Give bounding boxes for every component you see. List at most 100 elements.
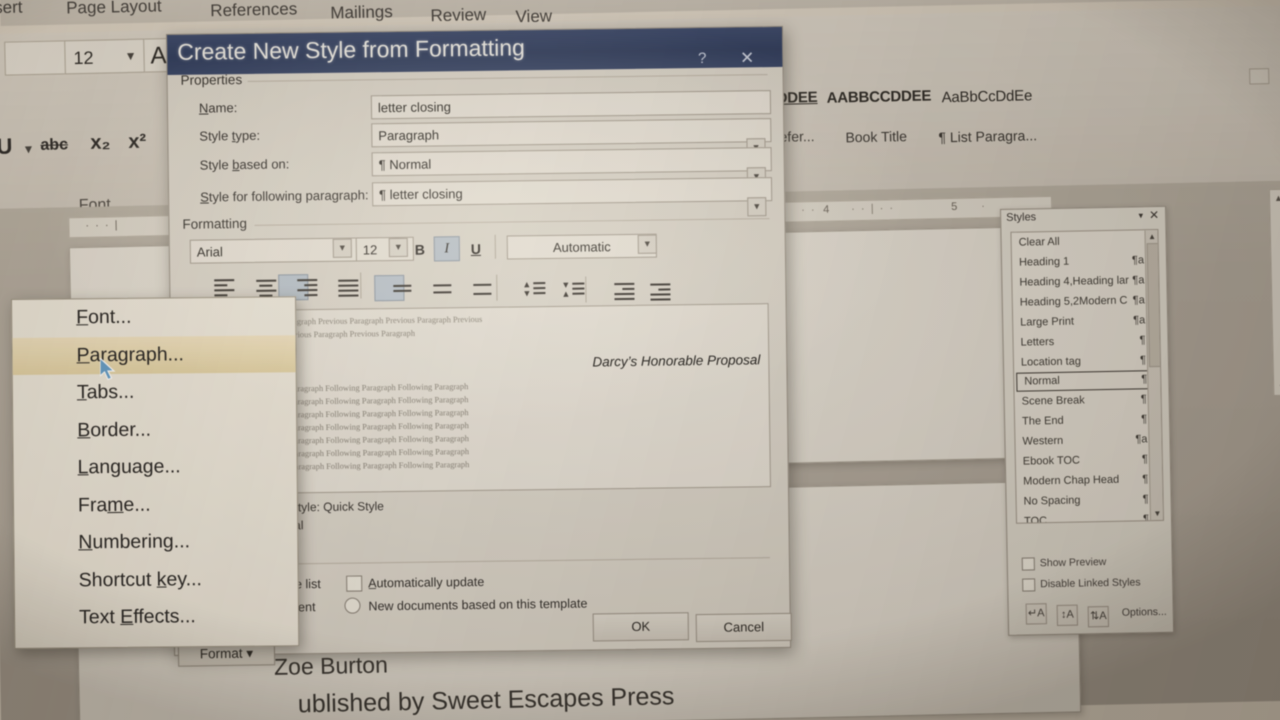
chevron-down-icon[interactable]: ▼ <box>22 142 34 156</box>
screen-photo: ...Styles - Microsoft Word non-commercia… <box>0 0 1280 720</box>
style-item-label: Large Print <box>1020 315 1075 329</box>
styles-list[interactable]: Clear All Heading 1 ¶a Heading 4,Heading… <box>1010 228 1165 524</box>
help-icon[interactable]: ? <box>698 50 707 67</box>
subscript-icon[interactable]: x₂ <box>90 131 111 154</box>
preview-sample-text: Darcy’s Honorable Proposal <box>592 352 761 370</box>
underline-button[interactable]: U <box>464 238 488 260</box>
disable-linked-styles-label: Disable Linked Styles <box>1040 576 1141 591</box>
align-justify-button[interactable] <box>320 275 359 301</box>
menu-item-text-effects[interactable]: Text Effects... <box>15 597 298 637</box>
manage-styles-button[interactable]: ⇅A <box>1087 605 1110 628</box>
grow-font-icon[interactable]: A <box>150 42 167 70</box>
scroll-up-icon[interactable]: ▲ <box>1147 231 1156 242</box>
italic-button[interactable]: I <box>433 236 460 262</box>
ribbon-collapse-button[interactable] <box>1249 68 1270 85</box>
scroll-down-icon[interactable]: ▼ <box>1153 508 1162 519</box>
style-item-label: Clear All <box>1018 235 1060 249</box>
chevron-down-icon[interactable]: ▼ <box>388 237 408 258</box>
font-color-select[interactable]: Automatic <box>506 233 657 260</box>
ok-button[interactable]: OK <box>592 612 689 642</box>
style-mark-icon: ¶ <box>1141 413 1148 426</box>
strikethrough-icon[interactable]: abc <box>40 136 68 155</box>
menu-item-paragraph[interactable]: Paragraph... <box>12 334 296 375</box>
line-spacing-single-button[interactable] <box>374 274 412 302</box>
mouse-cursor-icon <box>100 358 116 381</box>
style-item-ebook-toc[interactable]: Ebook TOC ¶ <box>1016 449 1162 472</box>
style-item-the-end[interactable]: The End ¶ <box>1015 409 1161 432</box>
style-based-on-select[interactable]: ¶ Normal <box>371 147 772 177</box>
ribbon-tab-mailings[interactable]: Mailings <box>330 2 393 23</box>
style-item-large-print[interactable]: Large Print ¶a <box>1013 310 1159 333</box>
menu-item-language[interactable]: Language... <box>13 447 296 487</box>
line-spacing-double-button[interactable] <box>454 276 492 302</box>
chevron-down-icon[interactable]: ▼ <box>332 238 352 258</box>
menu-item-font[interactable]: Font... <box>12 297 295 337</box>
new-style-button[interactable]: ↵A <box>1025 603 1047 625</box>
style-item-heading-1[interactable]: Heading 1 ¶a <box>1012 250 1158 273</box>
style-type-select[interactable]: Paragraph <box>371 118 772 148</box>
menu-item-numbering[interactable]: Numbering... <box>14 522 297 562</box>
font-size-box[interactable]: 12 ▼ <box>64 38 145 75</box>
underline-icon[interactable]: U <box>0 134 13 160</box>
style-item-heading-5[interactable]: Heading 5,2Modern C ¶a <box>1013 290 1159 313</box>
new-documents-radio[interactable] <box>344 597 361 614</box>
chevron-down-icon[interactable]: ▼ <box>124 49 136 63</box>
name-input[interactable]: letter closing <box>370 90 772 120</box>
chevron-down-icon[interactable]: ▼ <box>637 234 657 254</box>
spacing-decrease-button[interactable]: ▼ ▲ <box>545 277 585 303</box>
section-divider <box>247 74 768 82</box>
close-icon[interactable]: ✕ <box>740 48 755 68</box>
indent-decrease-button[interactable] <box>596 278 635 304</box>
ribbon-tab-insert[interactable]: sert <box>0 0 23 18</box>
ribbon-tab-page-layout[interactable]: Page Layout <box>66 0 162 18</box>
style-item-label: The End <box>1021 414 1064 428</box>
chevron-down-icon[interactable]: ▾ <box>1139 210 1144 221</box>
style-item-clear-all[interactable]: Clear All <box>1011 230 1157 253</box>
style-item-western[interactable]: Western ¶a <box>1015 429 1161 452</box>
align-justify-icon <box>335 275 361 297</box>
toolbar-separator <box>494 234 496 259</box>
superscript-icon[interactable]: x² <box>128 131 146 154</box>
style-mark-icon: ¶a <box>1131 254 1145 267</box>
styles-options-link[interactable]: Options... <box>1122 606 1167 619</box>
gallery-item-list-paragraph[interactable]: ¶ List Paragra... <box>938 127 1037 145</box>
style-inspector-button[interactable]: ↕A <box>1056 604 1079 626</box>
bold-button[interactable]: B <box>408 239 432 261</box>
line-spacing-1-5-icon <box>429 276 455 298</box>
style-mark-icon: ¶ <box>1141 453 1148 466</box>
style-item-location-tag[interactable]: Location tag ¶ <box>1014 350 1160 373</box>
automatically-update-checkbox[interactable] <box>346 575 363 592</box>
dialog-font-name-value: Arial <box>196 243 223 260</box>
style-item-modern-chap-head[interactable]: Modern Chap Head ¶ <box>1016 469 1162 492</box>
style-item-letters[interactable]: Letters ¶ <box>1013 330 1159 353</box>
document-vertical-scrollbar[interactable]: ▲ ▼ <box>1268 188 1280 397</box>
cancel-button[interactable]: Cancel <box>695 612 792 643</box>
spacing-increase-button[interactable]: ▲ ▼ <box>506 276 546 302</box>
chevron-down-icon[interactable]: ▼ <box>747 197 767 217</box>
indent-increase-button[interactable] <box>632 279 671 305</box>
style-item-heading-4[interactable]: Heading 4,Heading lar ¶a <box>1012 270 1158 293</box>
disable-linked-styles-checkbox[interactable] <box>1022 578 1036 592</box>
show-preview-checkbox[interactable] <box>1021 557 1035 571</box>
style-item-label: Heading 1 <box>1018 255 1070 269</box>
style-item-scene-break[interactable]: Scene Break ¶ <box>1015 389 1161 412</box>
line-spacing-1-5-button[interactable] <box>414 275 452 301</box>
style-following-select[interactable]: ¶ letter closing <box>371 177 773 207</box>
style-item-toc[interactable]: TOC ¶ <box>1017 509 1163 524</box>
menu-item-tabs[interactable]: Tabs... <box>13 372 296 412</box>
close-icon[interactable]: ✕ <box>1149 208 1159 222</box>
spacing-decrease-icon: ▼ ▲ <box>560 278 586 300</box>
style-mark-icon: ¶ <box>1142 513 1150 524</box>
menu-item-shortcut-key[interactable]: Shortcut key... <box>15 560 298 600</box>
menu-item-border[interactable]: Border... <box>13 410 296 450</box>
name-field-label: Name: <box>198 100 238 116</box>
scrollbar-thumb[interactable] <box>1146 242 1162 368</box>
scroll-up-icon[interactable]: ▲ <box>1272 192 1280 204</box>
dialog-title-bar[interactable]: Create New Style from Formatting ? ✕ <box>167 26 783 75</box>
style-item-no-spacing[interactable]: No Spacing ¶ <box>1016 489 1162 512</box>
scroll-down-icon[interactable]: ▼ <box>1276 381 1280 393</box>
menu-item-frame[interactable]: Frame... <box>14 485 297 525</box>
gallery-item-book-title[interactable]: Book Title <box>845 128 907 145</box>
ribbon-tab-references[interactable]: References <box>210 0 297 21</box>
style-mark-icon: ¶ <box>1139 354 1147 367</box>
